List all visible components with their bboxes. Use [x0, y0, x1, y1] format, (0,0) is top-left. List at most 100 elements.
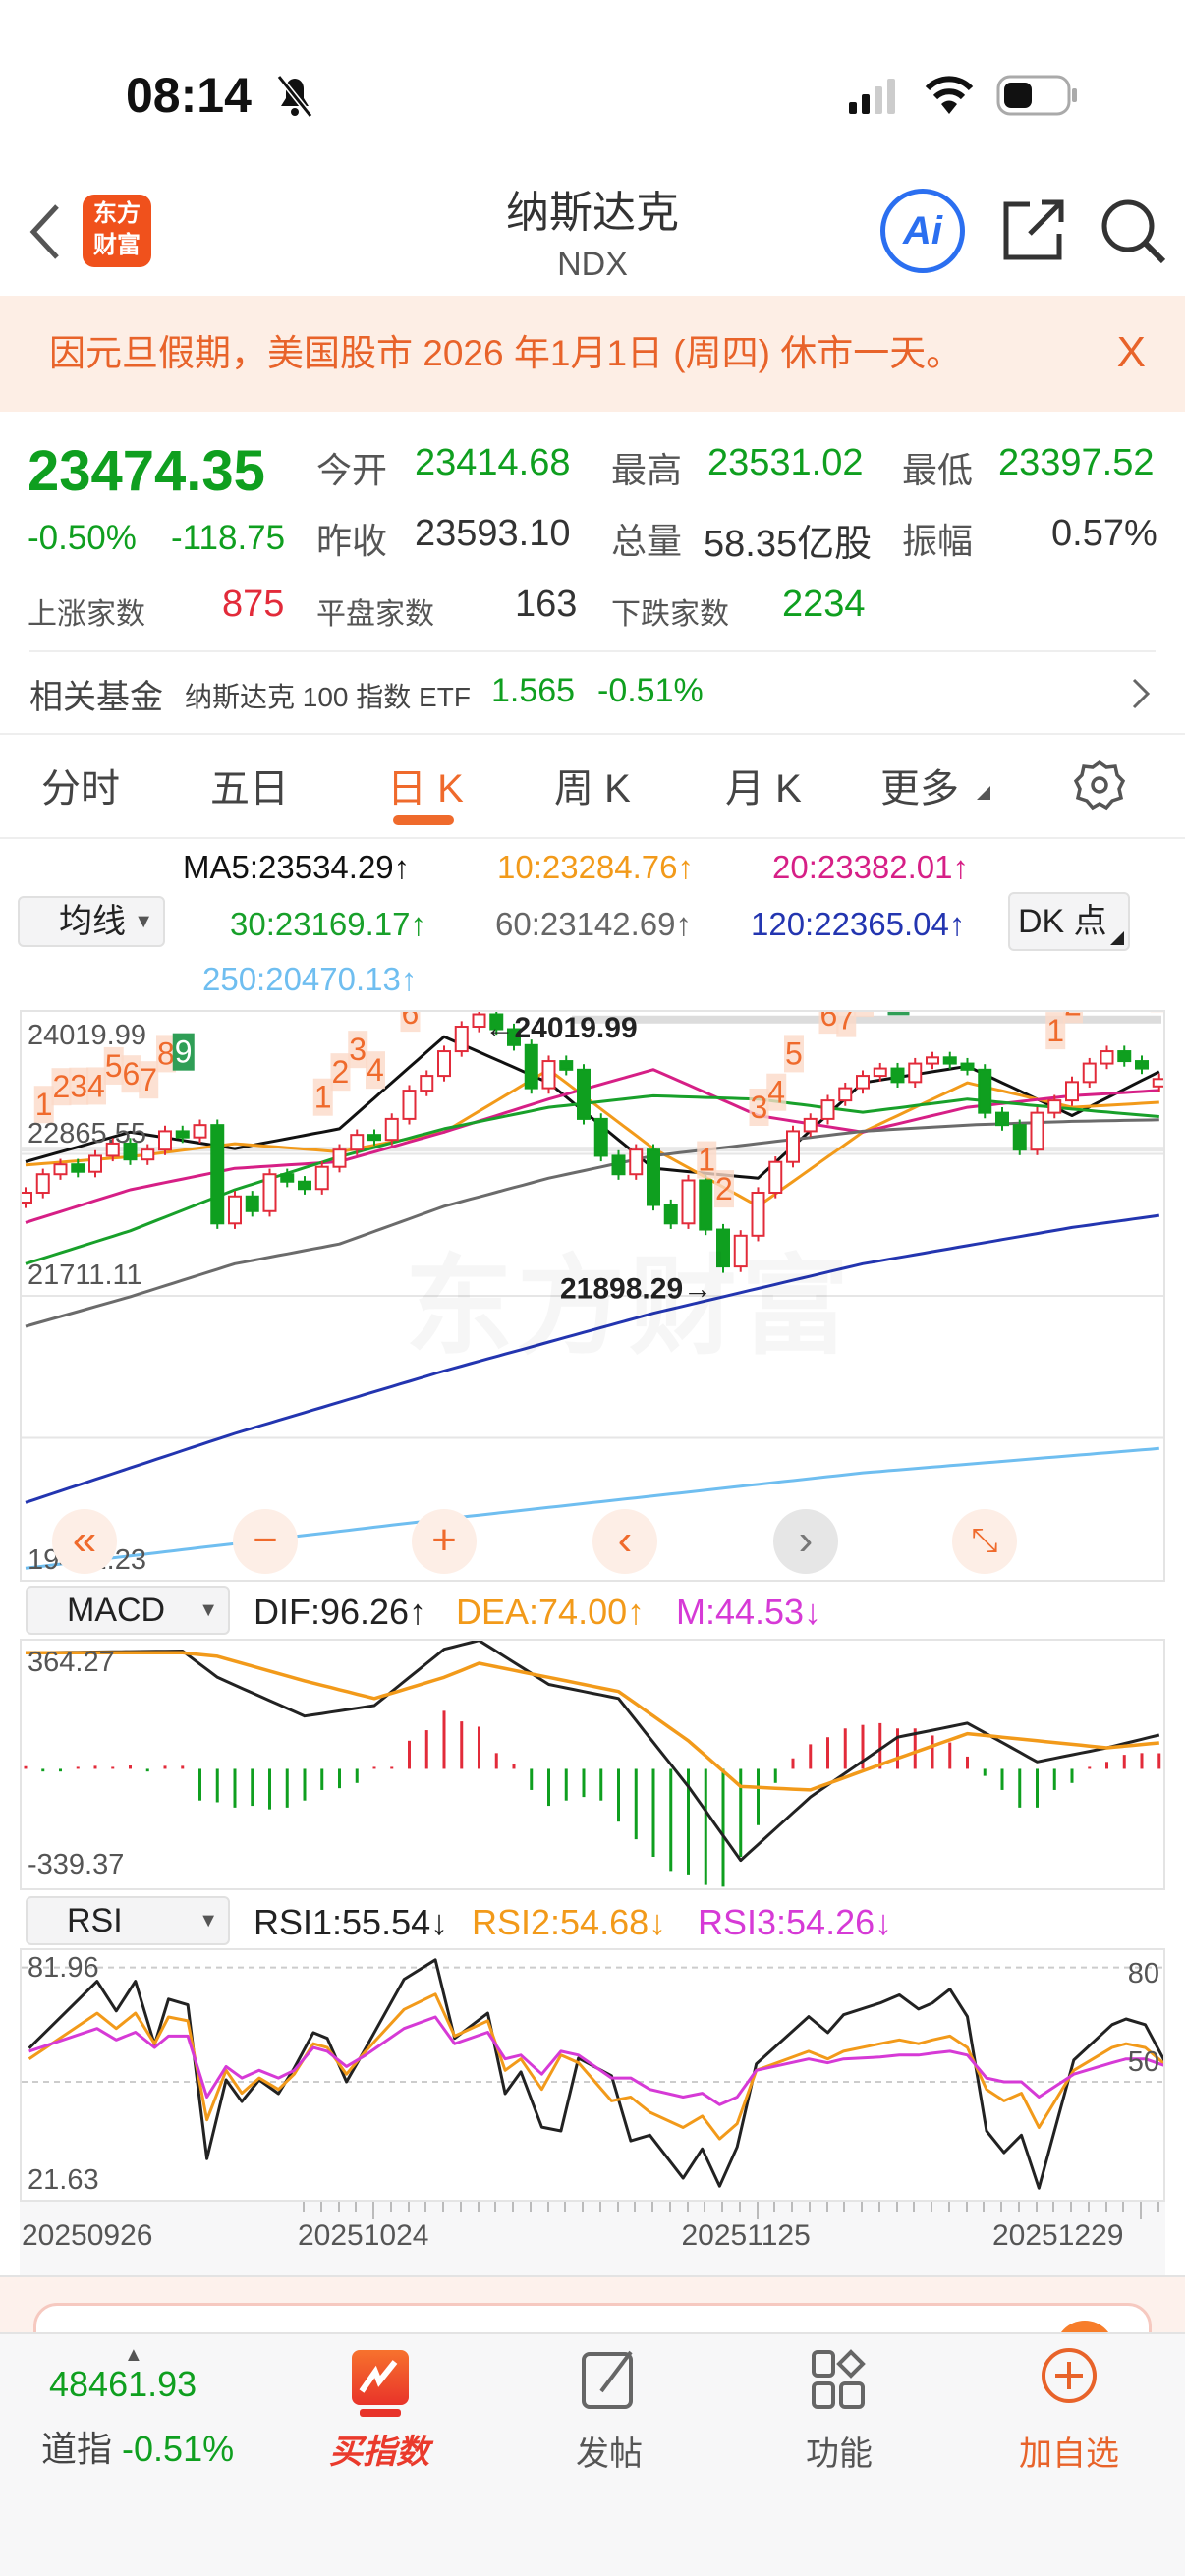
- zoom-in-button[interactable]: +: [412, 1509, 477, 1574]
- tab-monthly-k[interactable]: 月 K: [725, 756, 802, 813]
- date-tick: [319, 2202, 322, 2212]
- rewind-button[interactable]: «: [52, 1509, 117, 1574]
- rsi-chart[interactable]: 81.96 21.63 80 50: [20, 1948, 1165, 2202]
- date-tick: [756, 2202, 759, 2219]
- ma120-legend: 120:22365.04↑: [751, 906, 966, 942]
- divider: [0, 837, 1185, 839]
- td-count-label: 6: [123, 1056, 141, 1092]
- date-tick: [546, 2202, 549, 2212]
- date-tick: [791, 2202, 793, 2212]
- td-count-label: 6: [402, 1012, 420, 1031]
- dow-row[interactable]: 道指 -0.51%: [41, 2421, 234, 2472]
- date-tick: [442, 2202, 444, 2212]
- prev-close-label: 昨收: [316, 521, 388, 561]
- y-tick-label: 24019.99: [28, 1020, 146, 1051]
- settings-icon[interactable]: [1073, 758, 1126, 812]
- date-tick: [704, 2202, 706, 2212]
- functions-grid-icon[interactable]: [810, 2348, 869, 2411]
- post-button[interactable]: 发帖: [531, 2427, 688, 2475]
- ma60-legend: 60:23142.69↑: [495, 906, 693, 942]
- candle-body: [856, 1075, 870, 1090]
- y-tick-label: 364.27: [28, 1647, 115, 1678]
- ma30-legend: 30:23169.17↑: [230, 906, 427, 942]
- add-watchlist-button[interactable]: 加自选: [990, 2427, 1148, 2475]
- indicator-select-macd[interactable]: MACD ▼: [26, 1586, 230, 1635]
- candle-body: [228, 1195, 242, 1225]
- candle-body: [420, 1075, 434, 1092]
- date-tick: [1000, 2202, 1002, 2212]
- high-label: 最高: [611, 450, 683, 490]
- active-tab-indicator: [393, 815, 454, 825]
- candle-body: [193, 1124, 207, 1139]
- date-tick: [529, 2202, 532, 2212]
- date-label: 20251125: [681, 2219, 811, 2252]
- add-circle-icon[interactable]: [1040, 2346, 1099, 2405]
- candle-body: [262, 1173, 277, 1212]
- promo-area: [0, 2275, 1185, 2380]
- tab-intraday[interactable]: 分时: [41, 756, 120, 813]
- date-tick: [983, 2202, 986, 2212]
- td-count-label: 2: [715, 1171, 733, 1206]
- date-tick: [389, 2202, 392, 2212]
- trend-chart-icon: [352, 2350, 409, 2417]
- ma250-legend: 250:20470.13↑: [202, 961, 418, 997]
- date-tick: [1087, 2202, 1090, 2212]
- candle-body: [681, 1179, 696, 1225]
- functions-button[interactable]: 功能: [761, 2427, 918, 2475]
- battery-icon: [996, 75, 1077, 116]
- search-icon[interactable]: [1099, 196, 1169, 267]
- fullscreen-button[interactable]: ⤡: [952, 1509, 1017, 1574]
- flat-count-label: 平盘家数: [316, 598, 434, 631]
- related-fund-row[interactable]: 相关基金 纳斯达克 100 指数 ETF 1.565 -0.51%: [0, 652, 1185, 733]
- banner-close-button[interactable]: X: [1117, 295, 1146, 411]
- kline-chart[interactable]: ←24019.9921898.29→1234567891234657891234…: [20, 1010, 1165, 1582]
- rsi3-legend: RSI3:54.26↓: [698, 1902, 893, 1942]
- tab-more[interactable]: 更多: [880, 756, 959, 813]
- date-tick: [303, 2202, 305, 2212]
- date-tick: [861, 2202, 863, 2212]
- zoom-out-button[interactable]: −: [233, 1509, 298, 1574]
- candle-body: [22, 1191, 32, 1204]
- edit-post-icon[interactable]: [580, 2348, 639, 2411]
- tab-daily-k[interactable]: 日 K: [387, 756, 464, 813]
- td-count-label: 5: [105, 1048, 123, 1084]
- buy-index-button[interactable]: 买指数: [301, 2338, 458, 2486]
- candle-body: [908, 1062, 923, 1084]
- td-count-label: 4: [367, 1052, 384, 1088]
- candle-body: [71, 1163, 85, 1173]
- dropdown-triangle-icon: [977, 786, 990, 800]
- candle-body: [541, 1060, 556, 1090]
- scroll-left-button[interactable]: ‹: [592, 1509, 657, 1574]
- candle-body: [786, 1130, 800, 1163]
- date-tick: [372, 2202, 374, 2219]
- dropdown-arrow-icon: ▼: [198, 1910, 218, 1932]
- candle-body: [245, 1195, 259, 1212]
- candle-body: [803, 1117, 818, 1133]
- max-price-annotation: ←24019.99: [485, 1012, 638, 1044]
- dow-value[interactable]: 48461.93: [49, 2364, 197, 2405]
- td-count-label: 3: [349, 1032, 367, 1067]
- candle-body: [820, 1099, 835, 1120]
- fund-label: 相关基金: [29, 679, 163, 716]
- date-tick: [895, 2202, 898, 2212]
- indicator-select-rsi[interactable]: RSI ▼: [26, 1896, 230, 1945]
- prev-close-value: 23593.10: [415, 513, 571, 554]
- td-count-label: 4: [767, 1075, 785, 1110]
- ai-button[interactable]: Ai: [880, 189, 965, 273]
- scroll-right-button[interactable]: ›: [773, 1509, 838, 1574]
- date-tick: [477, 2202, 480, 2212]
- macd-chart[interactable]: 364.27 -339.37: [20, 1639, 1165, 1890]
- share-icon[interactable]: [1000, 196, 1069, 265]
- tab-weekly-k[interactable]: 周 K: [554, 756, 631, 813]
- candle-body: [454, 1026, 469, 1053]
- tab-five-day[interactable]: 五日: [210, 756, 289, 813]
- low-value: 23397.52: [998, 442, 1155, 483]
- candle-body: [35, 1173, 50, 1194]
- open-value: 23414.68: [415, 442, 571, 483]
- dk-point-button[interactable]: DK 点: [1008, 892, 1130, 951]
- td-count-label: 1: [35, 1087, 53, 1122]
- indicator-select-ma[interactable]: 均线 ▼: [18, 896, 165, 947]
- date-tick: [913, 2202, 916, 2212]
- up-count: 875: [222, 584, 285, 625]
- macd-svg: [24, 1641, 1161, 1887]
